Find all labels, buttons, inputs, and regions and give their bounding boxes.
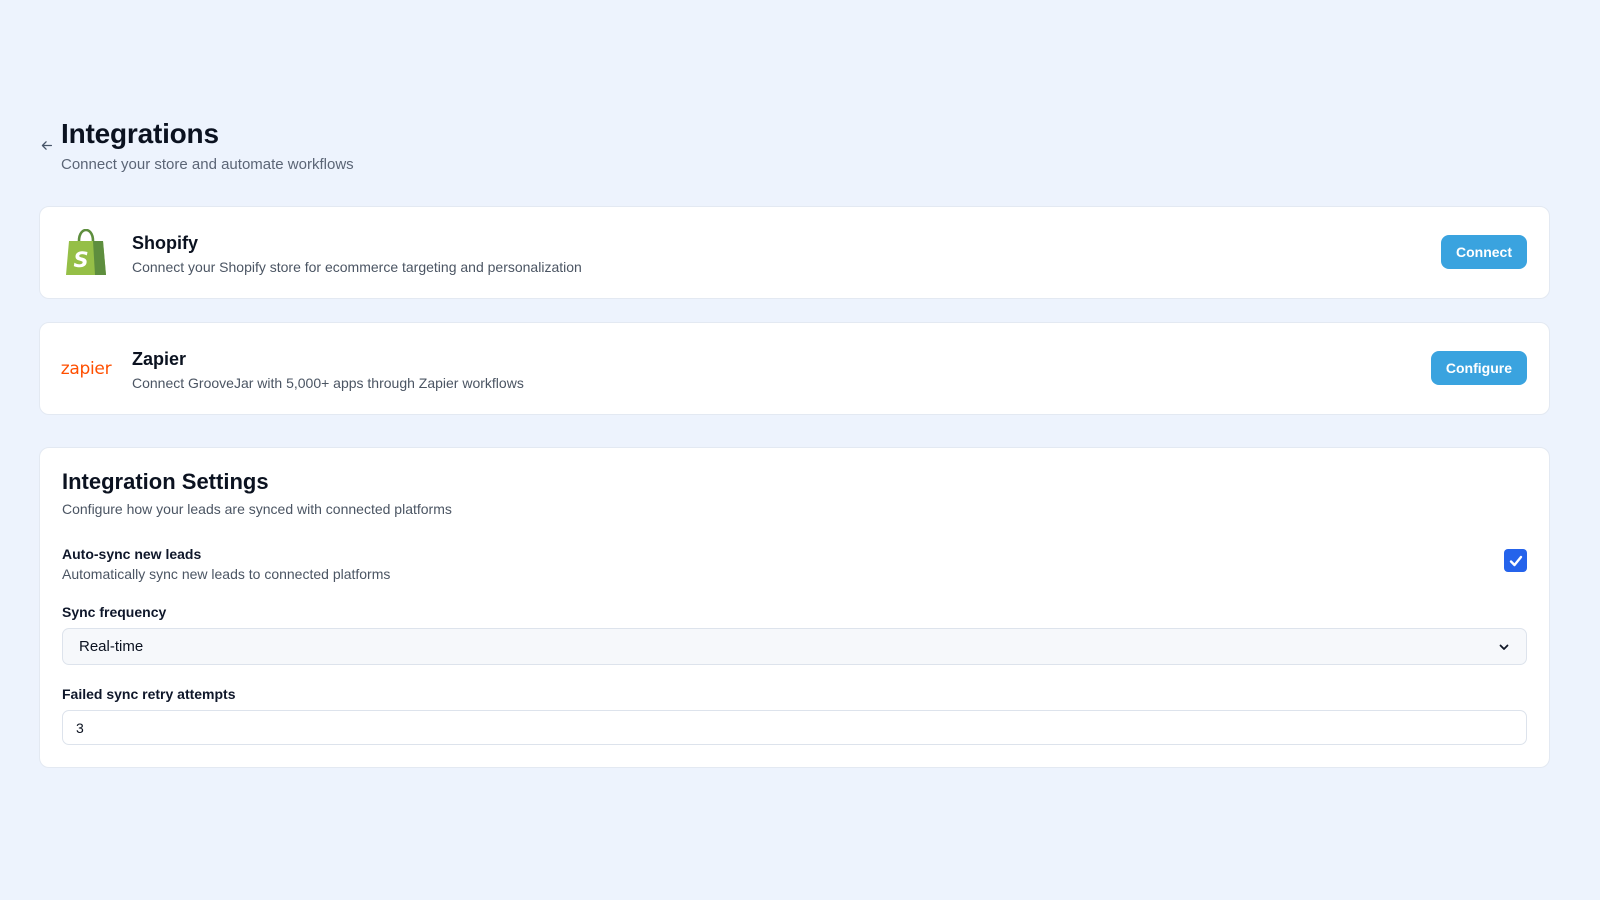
integration-description: Connect your Shopify store for ecommerce…	[132, 259, 582, 275]
page-subtitle: Connect your store and automate workflow…	[61, 156, 354, 173]
settings-subtitle: Configure how your leads are synced with…	[62, 501, 452, 517]
auto-sync-label: Auto-sync new leads	[62, 546, 202, 562]
auto-sync-checkbox[interactable]	[1504, 549, 1527, 572]
retry-attempts-label: Failed sync retry attempts	[62, 686, 236, 702]
zapier-logo-text: zapier	[60, 359, 112, 379]
arrow-left-icon	[41, 140, 52, 150]
sync-frequency-select[interactable]: Real-time	[62, 628, 1527, 665]
integration-card-zapier: zapier Zapier Connect GrooveJar with 5,0…	[39, 322, 1550, 415]
settings-title: Integration Settings	[62, 469, 269, 494]
connect-button[interactable]: Connect	[1441, 235, 1527, 269]
sync-frequency-label: Sync frequency	[62, 604, 167, 620]
sync-frequency-value: Real-time	[79, 638, 144, 655]
svg-text:S: S	[73, 248, 88, 272]
integration-description: Connect GrooveJar with 5,000+ apps throu…	[132, 375, 524, 391]
integration-name: Zapier	[132, 349, 187, 369]
zapier-logo: zapier	[60, 345, 112, 393]
chevron-down-icon	[1499, 644, 1509, 650]
page-title: Integrations	[61, 118, 219, 149]
shopify-bag-icon: S	[62, 229, 110, 277]
integration-name: Shopify	[132, 233, 198, 253]
back-button[interactable]	[39, 138, 53, 152]
retry-attempts-input[interactable]	[62, 710, 1527, 745]
configure-button[interactable]: Configure	[1430, 351, 1527, 385]
auto-sync-description: Automatically sync new leads to connecte…	[62, 566, 391, 582]
integration-card-shopify: S Shopify Connect your Shopify store for…	[39, 206, 1550, 299]
checkmark-icon	[1509, 555, 1522, 566]
integration-settings-card: Integration Settings Configure how your …	[39, 447, 1550, 768]
